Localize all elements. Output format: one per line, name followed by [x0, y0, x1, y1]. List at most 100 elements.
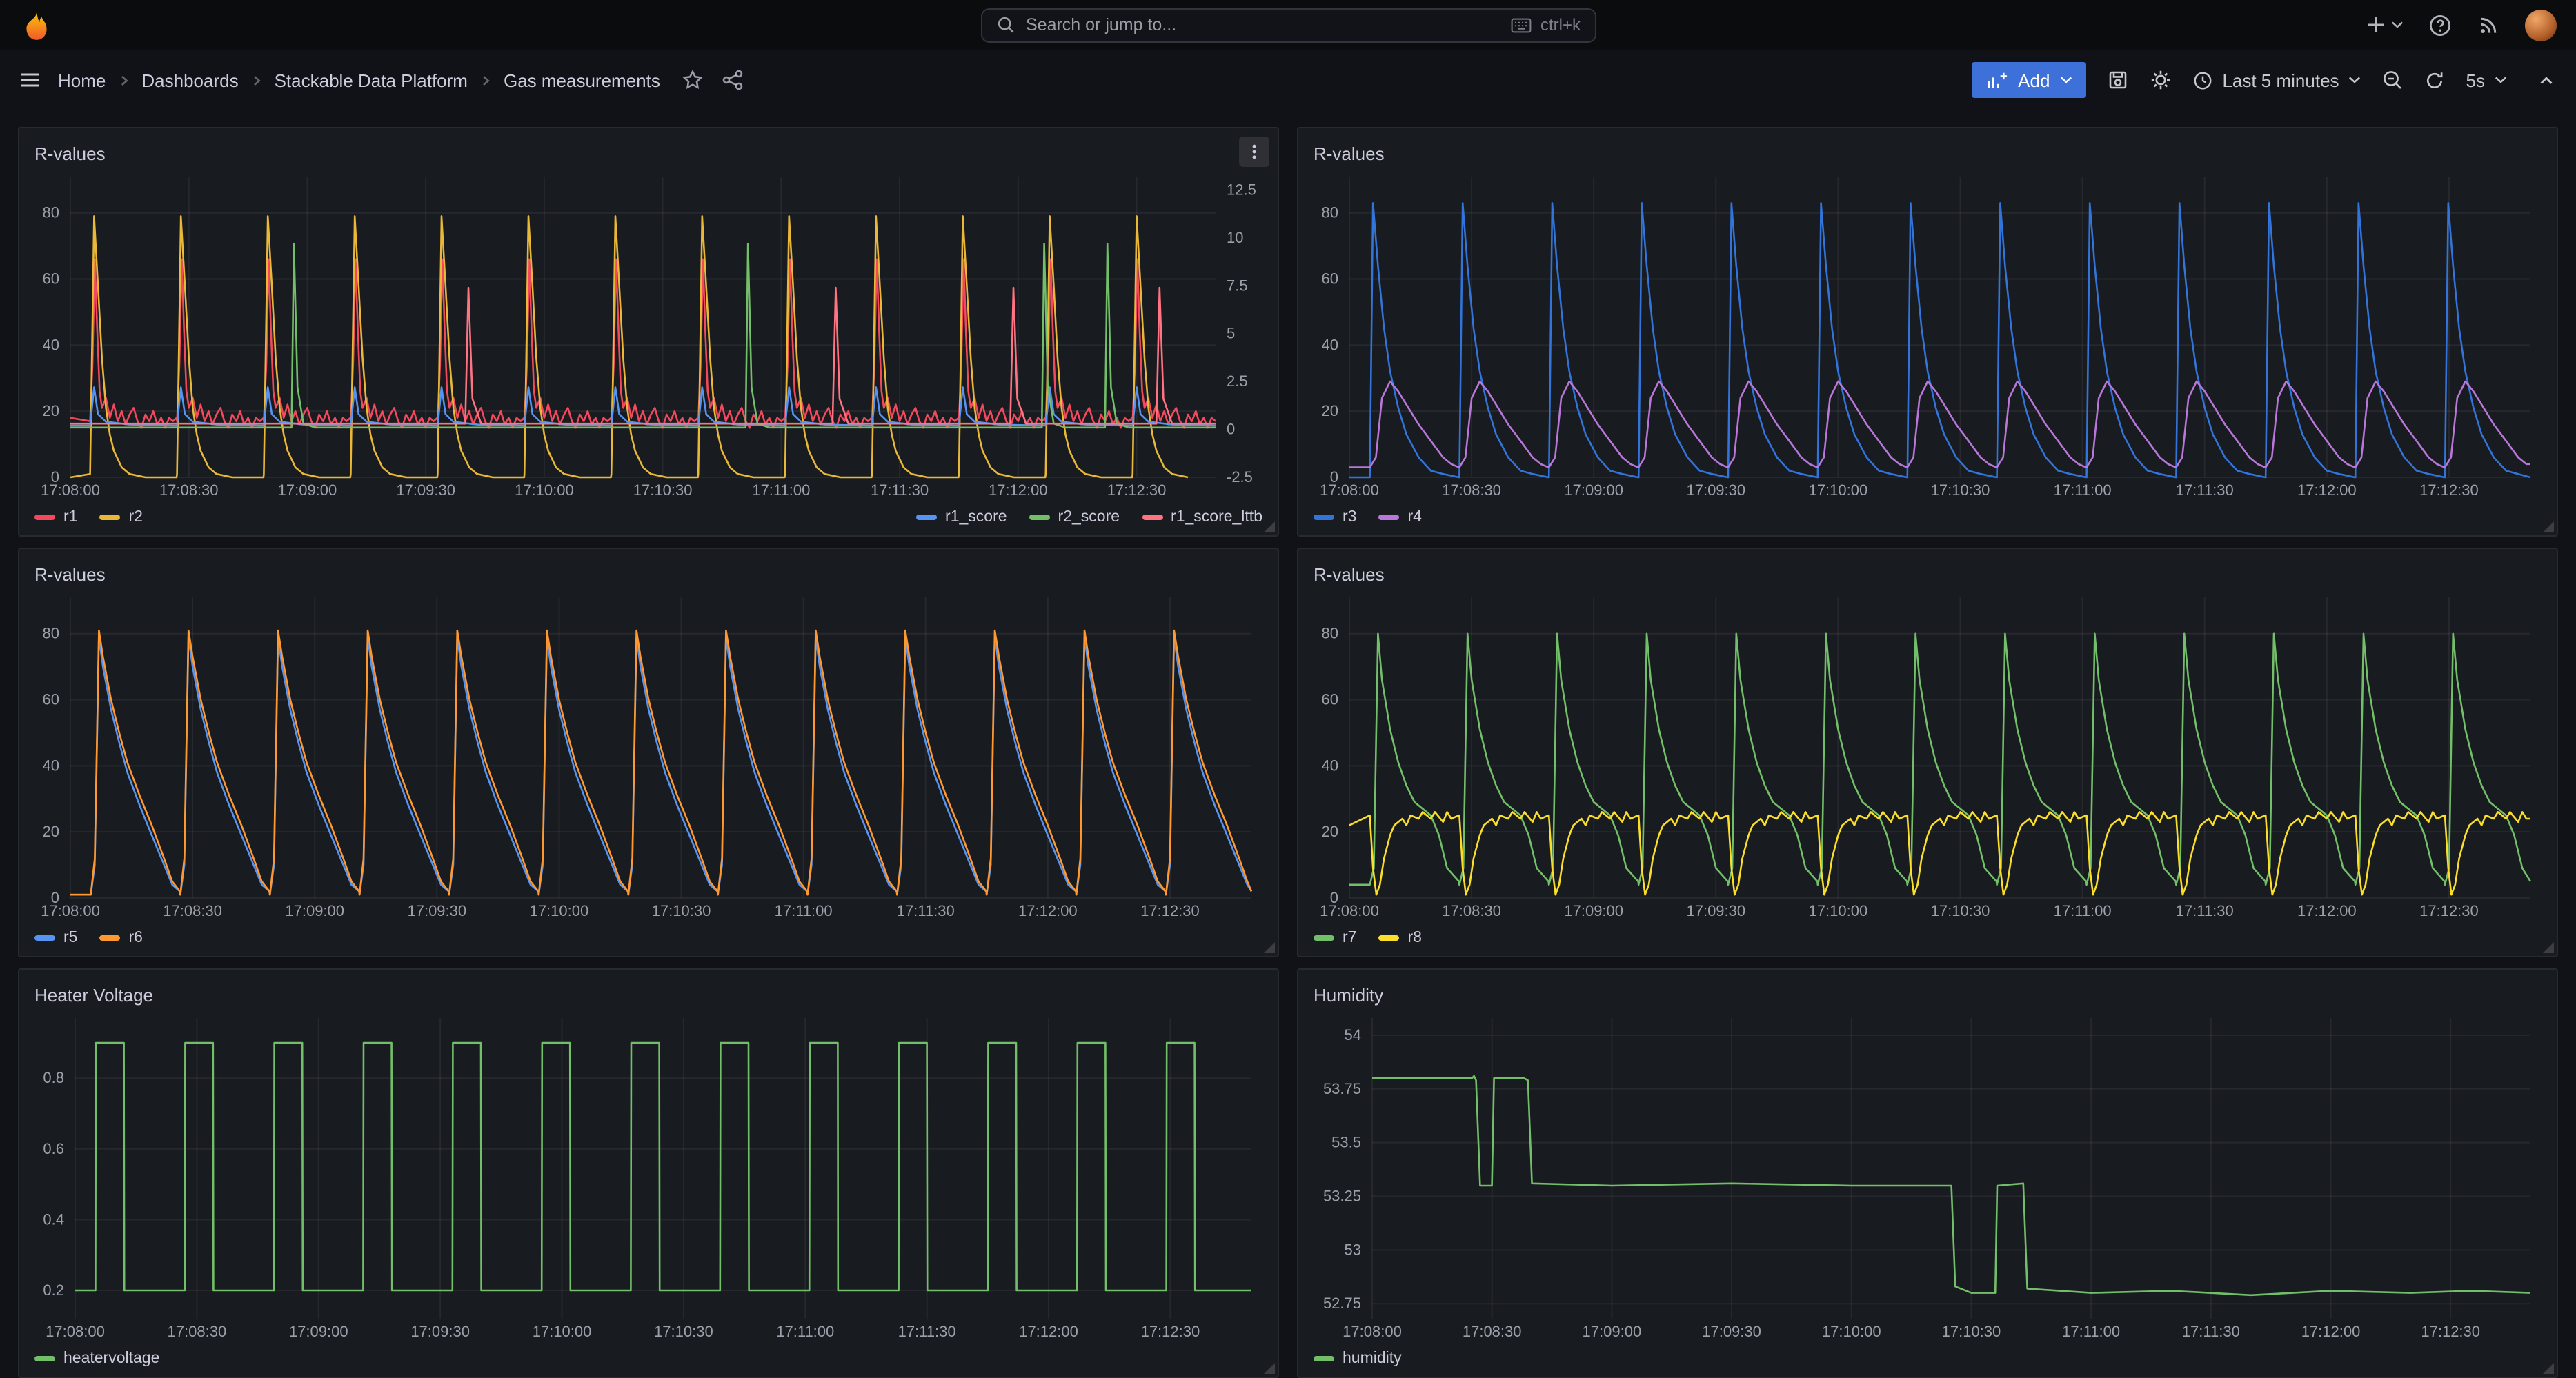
legend-humidity[interactable]: humidity — [1314, 1350, 1402, 1366]
svg-text:17:08:30: 17:08:30 — [1463, 1323, 1522, 1340]
panel-title[interactable]: R-values — [1311, 563, 1385, 584]
time-series-plot[interactable]: 17:08:0017:08:3017:09:0017:09:3017:10:00… — [1311, 168, 2544, 502]
svg-text:17:08:00: 17:08:00 — [1343, 1323, 1402, 1340]
svg-text:17:10:30: 17:10:30 — [1931, 481, 1990, 499]
refresh-interval-picker[interactable]: 5s — [2466, 70, 2507, 90]
breadcrumb-folder[interactable]: Stackable Data Platform — [275, 70, 468, 90]
panel-resize-handle[interactable] — [1264, 942, 1275, 953]
chart-area[interactable]: 17:08:0017:08:3017:09:0017:09:3017:10:00… — [32, 1010, 1265, 1344]
chart-area[interactable]: 17:08:0017:08:3017:09:0017:09:3017:10:00… — [1311, 168, 2544, 502]
svg-text:17:12:30: 17:12:30 — [1140, 902, 1200, 919]
share-button[interactable] — [722, 69, 744, 91]
svg-text:40: 40 — [1322, 336, 1338, 353]
time-series-plot[interactable]: 17:08:0017:08:3017:09:0017:09:3017:10:00… — [1311, 1010, 2544, 1344]
chevron-down-icon — [2059, 76, 2072, 84]
svg-text:17:12:30: 17:12:30 — [2421, 1323, 2480, 1340]
add-panel-button[interactable]: Add — [1971, 62, 2085, 98]
breadcrumb-dashboards[interactable]: Dashboards — [141, 70, 238, 90]
legend-r1[interactable]: r1 — [34, 508, 77, 525]
panel-title[interactable]: R-values — [32, 563, 106, 584]
search-shortcut: ctrl+k — [1512, 15, 1581, 34]
top-navigation-bar: Search or jump to... ctrl+k — [0, 0, 2576, 50]
panel-resize-handle[interactable] — [2543, 521, 2554, 532]
legend-r1_score[interactable]: r1_score — [916, 508, 1007, 525]
refresh-button[interactable] — [2425, 70, 2446, 90]
svg-text:17:10:00: 17:10:00 — [530, 902, 589, 919]
legend-r1_score_lttb[interactable]: r1_score_lttb — [1142, 508, 1262, 525]
search-placeholder: Search or jump to... — [1026, 15, 1176, 34]
chevron-right-icon — [250, 72, 264, 88]
breadcrumb-home[interactable]: Home — [58, 70, 106, 90]
dashboard-grid: R-values 17:08:0017:08:3017:09:0017:09:30… — [18, 127, 2558, 1378]
zoom-out-time-button[interactable] — [2382, 69, 2404, 91]
legend-r2[interactable]: r2 — [99, 508, 142, 525]
collapse-toolbar-button[interactable] — [2536, 70, 2557, 90]
save-icon — [2106, 69, 2128, 91]
mega-menu-toggle[interactable] — [19, 69, 41, 91]
time-range-picker[interactable]: Last 5 minutes — [2192, 70, 2361, 90]
help-button[interactable] — [2428, 13, 2452, 37]
time-series-plot[interactable]: 17:08:0017:08:3017:09:0017:09:3017:10:00… — [32, 1010, 1265, 1344]
legend-r6[interactable]: r6 — [99, 929, 142, 946]
grafana-logo[interactable] — [19, 8, 54, 42]
svg-text:17:08:30: 17:08:30 — [163, 902, 222, 919]
series-r4 — [1349, 381, 2530, 468]
panel-title[interactable]: R-values — [1311, 143, 1385, 163]
chart-area[interactable]: 17:08:0017:08:3017:09:0017:09:3017:10:00… — [32, 168, 1265, 502]
svg-text:0: 0 — [1330, 468, 1338, 486]
svg-text:0: 0 — [1227, 421, 1235, 438]
panel-resize-handle[interactable] — [2543, 942, 2554, 953]
clock-icon — [2192, 70, 2212, 90]
time-series-plot[interactable]: 17:08:0017:08:3017:09:0017:09:3017:10:00… — [32, 168, 1265, 502]
svg-text:17:09:30: 17:09:30 — [407, 902, 466, 919]
save-dashboard-button[interactable] — [2106, 69, 2128, 91]
panel-resize-handle[interactable] — [2543, 1363, 2554, 1374]
svg-text:0.6: 0.6 — [43, 1140, 64, 1157]
svg-text:17:12:00: 17:12:00 — [2301, 1323, 2361, 1340]
svg-text:17:12:30: 17:12:30 — [1141, 1323, 1200, 1340]
svg-text:17:11:30: 17:11:30 — [2176, 902, 2234, 919]
panel-resize-handle[interactable] — [1264, 1363, 1275, 1374]
svg-text:12.5: 12.5 — [1227, 181, 1256, 198]
legend-r2_score[interactable]: r2_score — [1029, 508, 1120, 525]
legend-r7[interactable]: r7 — [1314, 929, 1356, 946]
svg-text:17:10:30: 17:10:30 — [1931, 902, 1990, 919]
legend-heatervoltage[interactable]: heatervoltage — [34, 1350, 159, 1366]
svg-text:0: 0 — [51, 889, 59, 906]
svg-text:17:12:00: 17:12:00 — [989, 481, 1048, 499]
dashboard-settings-button[interactable] — [2149, 69, 2171, 91]
user-avatar[interactable] — [2525, 9, 2557, 41]
chart-area[interactable]: 17:08:0017:08:3017:09:0017:09:3017:10:00… — [32, 589, 1265, 923]
panel-resize-handle[interactable] — [1264, 521, 1275, 532]
legend-r4[interactable]: r4 — [1378, 508, 1421, 525]
series-r8 — [1349, 812, 2530, 895]
chart-area[interactable]: 17:08:0017:08:3017:09:0017:09:3017:10:00… — [1311, 589, 2544, 923]
legend-r5[interactable]: r5 — [34, 929, 77, 946]
time-series-plot[interactable]: 17:08:0017:08:3017:09:0017:09:3017:10:00… — [32, 589, 1265, 923]
chevron-down-icon — [2495, 76, 2507, 84]
svg-text:20: 20 — [1322, 823, 1338, 840]
search-input[interactable]: Search or jump to... ctrl+k — [980, 8, 1596, 42]
favorite-button[interactable] — [682, 69, 704, 91]
panel-title[interactable]: Humidity — [1311, 984, 1383, 1005]
svg-text:0: 0 — [1330, 889, 1338, 906]
new-menu-button[interactable] — [2365, 14, 2404, 36]
panel-menu-button[interactable] — [1239, 137, 1269, 167]
panel-header: R-values — [32, 138, 1265, 168]
legend-r3[interactable]: r3 — [1314, 508, 1356, 525]
panel-title[interactable]: Heater Voltage — [32, 984, 153, 1005]
chart-area[interactable]: 17:08:0017:08:3017:09:0017:09:3017:10:00… — [1311, 1010, 2544, 1344]
legend-swatch — [99, 514, 120, 519]
legend-label: r7 — [1343, 929, 1356, 946]
svg-text:53.25: 53.25 — [1323, 1187, 1361, 1204]
svg-text:7.5: 7.5 — [1227, 277, 1248, 294]
news-button[interactable] — [2477, 13, 2500, 37]
panel-title[interactable]: R-values — [32, 143, 106, 163]
legend-r8[interactable]: r8 — [1378, 929, 1421, 946]
svg-text:17:11:30: 17:11:30 — [897, 902, 955, 919]
svg-text:17:10:30: 17:10:30 — [633, 481, 693, 499]
legend-swatch — [1314, 514, 1334, 519]
dashboard-toolbar: Home Dashboards Stackable Data Platform … — [0, 50, 2576, 110]
legend-label: r2_score — [1058, 508, 1120, 525]
time-series-plot[interactable]: 17:08:0017:08:3017:09:0017:09:3017:10:00… — [1311, 589, 2544, 923]
